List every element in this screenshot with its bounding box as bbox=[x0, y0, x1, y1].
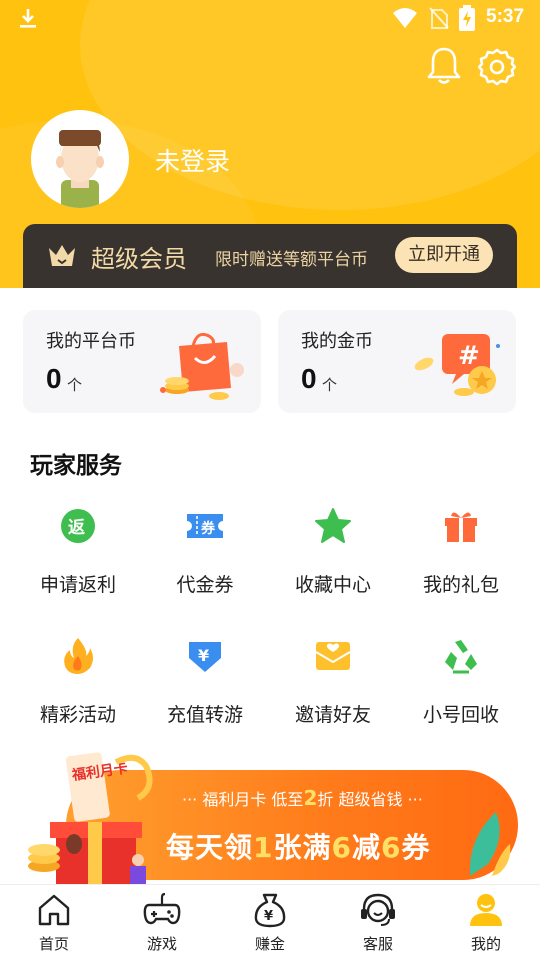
invite-envelope-icon bbox=[315, 642, 351, 670]
vip-banner[interactable]: 超级会员 限时赠送等额平台币 立即开通 bbox=[23, 224, 517, 288]
coupon-icon: 券 bbox=[187, 514, 223, 538]
player-services-title: 玩家服务 bbox=[30, 453, 122, 479]
service-recharge-transfer[interactable]: ¥ 充值转游 bbox=[141, 636, 269, 727]
service-gift-label: 我的礼包 bbox=[422, 574, 499, 596]
gold-coin-unit: 个 bbox=[322, 376, 338, 394]
service-coupon-label: 代金券 bbox=[176, 574, 234, 596]
nav-home[interactable]: 首页 bbox=[0, 891, 108, 954]
vip-promo: 限时赠送等额平台币 bbox=[215, 250, 368, 270]
clock: 5:37 bbox=[486, 6, 525, 27]
user-icon bbox=[470, 894, 502, 926]
banner-main-text: 每天领1张满6减6券 bbox=[166, 831, 431, 864]
headset-icon bbox=[361, 893, 395, 926]
yen-down-icon: ¥ bbox=[189, 642, 221, 672]
shopping-bag-coins-icon bbox=[160, 332, 244, 400]
gold-coin-card[interactable]: 我的金币 0 个 # bbox=[278, 310, 516, 413]
no-sim-icon bbox=[429, 7, 449, 29]
nav-earn[interactable]: ¥ 赚金 bbox=[216, 891, 324, 954]
monthly-card-banner[interactable]: 福利月卡 ··· 福利月卡 低至2折 超级省钱 ··· 每天领1张满6减6券 bbox=[26, 748, 518, 884]
fire-icon bbox=[64, 638, 93, 674]
service-recycle-label: 小号回收 bbox=[422, 704, 499, 726]
status-bar: 5:37 bbox=[0, 0, 540, 36]
nav-mine[interactable]: 我的 bbox=[432, 891, 540, 954]
notification-bell-icon[interactable] bbox=[426, 46, 462, 86]
recycle-icon bbox=[445, 640, 477, 674]
service-events[interactable]: 精彩活动 bbox=[14, 636, 142, 727]
svg-text:¥: ¥ bbox=[198, 646, 209, 665]
platform-coin-unit: 个 bbox=[67, 376, 83, 394]
leaf-decoration-icon bbox=[469, 812, 511, 876]
download-icon bbox=[20, 9, 36, 28]
service-favorites-label: 收藏中心 bbox=[294, 574, 371, 596]
nav-mine-label: 我的 bbox=[470, 935, 501, 953]
service-favorites[interactable]: 收藏中心 bbox=[269, 506, 397, 597]
rebate-icon: 返 bbox=[61, 509, 95, 543]
bottom-navigation: 首页 游戏 ¥ 赚金 客服 我的 bbox=[0, 884, 540, 960]
svg-text:¥: ¥ bbox=[264, 909, 273, 924]
money-bag-icon: ¥ bbox=[254, 893, 286, 928]
service-recharge-transfer-label: 充值转游 bbox=[166, 704, 243, 726]
default-avatar-icon bbox=[56, 130, 104, 208]
service-recycle[interactable]: 小号回收 bbox=[397, 636, 525, 727]
service-invite-label: 邀请好友 bbox=[294, 704, 371, 726]
avatar[interactable] bbox=[31, 110, 129, 208]
nav-service[interactable]: 客服 bbox=[324, 891, 432, 954]
crown-icon bbox=[49, 245, 75, 266]
settings-gear-icon[interactable] bbox=[478, 48, 516, 86]
profile-header: 5:37 未登录 超级会员 限时赠送等额平台币 立即开通 bbox=[0, 0, 540, 288]
star-icon bbox=[315, 508, 351, 543]
svg-text:返: 返 bbox=[68, 518, 85, 538]
service-rebate-label: 申请返利 bbox=[39, 574, 116, 596]
vip-title: 超级会员 bbox=[91, 245, 187, 273]
svg-text:#: # bbox=[458, 341, 480, 371]
nav-games-label: 游戏 bbox=[146, 935, 177, 953]
gift-box-illustration-icon: 福利月卡 bbox=[28, 752, 153, 884]
platform-coin-title: 我的平台币 bbox=[46, 331, 136, 352]
service-gift[interactable]: 我的礼包 bbox=[397, 506, 525, 597]
gold-coin-chat-icon: # bbox=[414, 334, 500, 396]
svg-text:券: 券 bbox=[201, 520, 216, 537]
banner-subtitle: ··· 福利月卡 低至2折 超级省钱 ··· bbox=[182, 786, 423, 810]
login-status[interactable]: 未登录 bbox=[155, 142, 230, 178]
gamepad-icon bbox=[143, 892, 181, 925]
wifi-icon bbox=[393, 8, 417, 28]
nav-games[interactable]: 游戏 bbox=[108, 891, 216, 954]
vip-open-button[interactable]: 立即开通 bbox=[395, 237, 493, 273]
nav-service-label: 客服 bbox=[362, 935, 393, 953]
home-icon bbox=[38, 894, 70, 926]
gold-coin-value: 0 bbox=[301, 363, 317, 394]
service-events-label: 精彩活动 bbox=[39, 704, 116, 726]
battery-charging-icon bbox=[459, 5, 475, 31]
platform-coin-value: 0 bbox=[46, 363, 62, 394]
service-rebate[interactable]: 返 申请返利 bbox=[14, 506, 142, 597]
nav-home-label: 首页 bbox=[38, 935, 69, 953]
service-invite[interactable]: 邀请好友 bbox=[269, 636, 397, 727]
service-coupon[interactable]: 券 代金券 bbox=[141, 506, 269, 597]
gold-coin-title: 我的金币 bbox=[301, 331, 373, 352]
gift-icon bbox=[445, 512, 477, 542]
platform-coin-card[interactable]: 我的平台币 0 个 bbox=[23, 310, 261, 413]
nav-earn-label: 赚金 bbox=[254, 935, 285, 953]
